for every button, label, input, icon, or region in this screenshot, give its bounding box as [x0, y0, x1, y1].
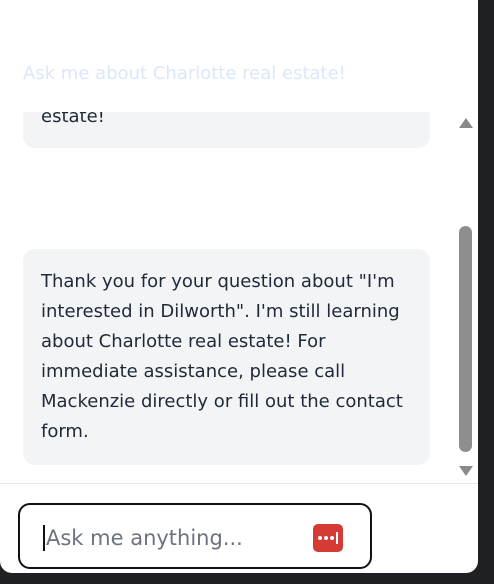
divider [0, 483, 478, 484]
message-text: Thank you for your question about "I'm i… [41, 271, 403, 442]
password-dots-icon[interactable] [313, 524, 343, 552]
scrollbar-thumb[interactable] [459, 226, 472, 452]
message-list[interactable]: estate! Thank you for your question abou… [0, 112, 454, 482]
chat-input[interactable] [44, 517, 298, 559]
dot [318, 536, 322, 540]
message-text: estate! [41, 112, 105, 127]
bot-message: Thank you for your question about "I'm i… [23, 249, 430, 465]
dot [330, 536, 334, 540]
bot-message: estate! [23, 112, 430, 148]
scroll-down-arrow-icon[interactable] [459, 466, 473, 476]
chat-hint: Ask me about Charlotte real estate! [23, 63, 346, 84]
scroll-up-arrow-icon[interactable] [459, 118, 473, 128]
dot [324, 536, 328, 540]
scrollbar[interactable] [454, 112, 478, 482]
chat-widget: Ask me about Charlotte real estate! esta… [0, 0, 478, 573]
caret-bar [336, 532, 338, 544]
chat-input-box[interactable] [18, 503, 372, 569]
